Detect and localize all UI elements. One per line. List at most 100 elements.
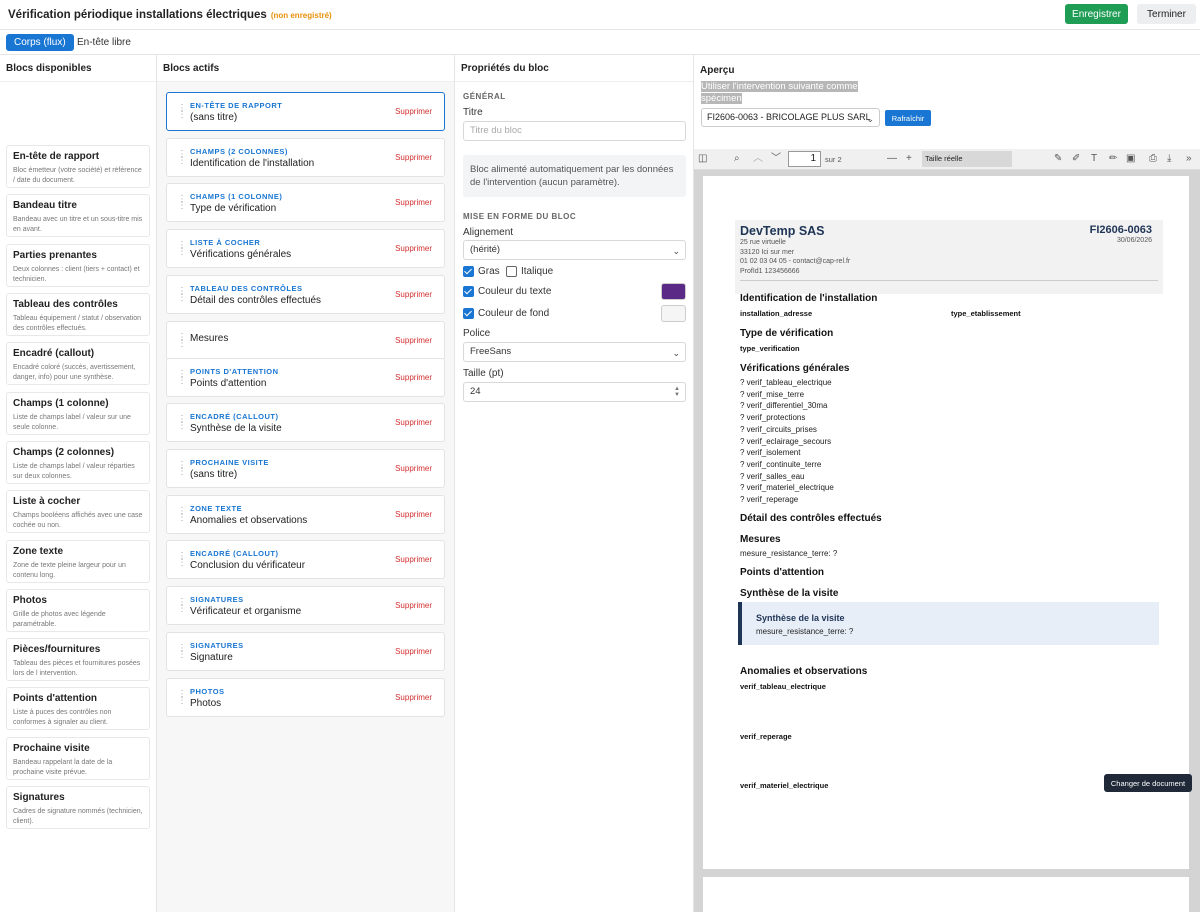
field-label: type_verification	[740, 344, 800, 353]
company-address-1: 25 rue virtuelle	[740, 239, 786, 246]
delete-block-button[interactable]: Supprimer	[395, 107, 432, 116]
drag-handle-icon[interactable]: ⋮ ⋮	[177, 598, 187, 614]
delete-block-button[interactable]: Supprimer	[395, 555, 432, 564]
available-block-10[interactable]: Pièces/fournitures Tableau des pièces et …	[6, 638, 150, 681]
image-icon[interactable]: ▣	[1126, 153, 1135, 165]
active-block-8[interactable]: ⋮ ⋮ PROCHAINE VISITE (sans titre) Supprimer	[166, 449, 445, 488]
zoom-out-icon[interactable]: —	[887, 153, 897, 165]
active-block-12[interactable]: ⋮ ⋮ SIGNATURES Signature Supprimer	[166, 632, 445, 671]
active-block-7[interactable]: ⋮ ⋮ ENCADRÉ (CALLOUT) Synthèse de la visite…	[166, 403, 445, 442]
delete-block-button[interactable]: Supprimer	[395, 510, 432, 519]
delete-block-button[interactable]: Supprimer	[395, 693, 432, 702]
text-tool-icon[interactable]: T	[1091, 153, 1097, 165]
available-block-0[interactable]: En-tête de rapport Bloc émetteur (votre s…	[6, 145, 150, 188]
pdf-viewer[interactable]: DevTemp SAS 25 rue virtuelle 33120 Ici s…	[694, 170, 1200, 917]
available-block-title: Liste à cocher	[13, 496, 81, 507]
available-block-11[interactable]: Points d'attention Liste à puces des cont…	[6, 687, 150, 730]
active-block-kind: LISTE À COCHER	[190, 238, 261, 247]
bg-color-swatch[interactable]	[661, 305, 686, 322]
active-block-3[interactable]: ⋮ ⋮ LISTE À COCHER Vérifications générales S…	[166, 229, 445, 268]
available-block-5[interactable]: Champs (1 colonne) Liste de champs label …	[6, 392, 150, 435]
delete-block-button[interactable]: Supprimer	[395, 290, 432, 299]
title-input[interactable]: Titre du bloc	[463, 121, 686, 141]
bg-color-checkbox[interactable]	[463, 308, 474, 319]
delete-block-button[interactable]: Supprimer	[395, 601, 432, 610]
available-block-9[interactable]: Photos Grille de photos avec légende para…	[6, 589, 150, 632]
delete-block-button[interactable]: Supprimer	[395, 244, 432, 253]
spinner-icon[interactable]: ▲ ▼	[674, 386, 680, 398]
highlight-icon[interactable]: ✏	[1109, 153, 1117, 165]
search-icon[interactable]: ⌕	[734, 153, 740, 165]
page-number-input[interactable]: 1	[788, 151, 821, 167]
sidebar-toggle-icon[interactable]: ◫	[698, 153, 707, 165]
block-properties-panel: Propriétés du bloc GÉNÉRAL Titre Titre d…	[455, 55, 694, 912]
text-color-checkbox[interactable]	[463, 286, 474, 297]
drag-handle-icon[interactable]: ⋮ ⋮	[177, 370, 187, 386]
available-block-1[interactable]: Bandeau titre Bandeau avec un titre et un…	[6, 194, 150, 237]
drag-handle-icon[interactable]: ⋮ ⋮	[177, 690, 187, 706]
tab-flow[interactable]: Corps (flux)	[6, 34, 74, 51]
available-block-desc: Tableau équipement / statut / observatio…	[13, 315, 142, 332]
delete-block-button[interactable]: Supprimer	[395, 464, 432, 473]
draw-icon[interactable]: ✐	[1072, 153, 1080, 165]
delete-block-button[interactable]: Supprimer	[395, 647, 432, 656]
active-block-13[interactable]: ⋮ ⋮ PHOTOS Photos Supprimer	[166, 678, 445, 717]
delete-block-button[interactable]: Supprimer	[395, 153, 432, 162]
font-select[interactable]: FreeSans ⌄	[463, 342, 686, 362]
delete-block-button[interactable]: Supprimer	[395, 373, 432, 382]
drag-handle-icon[interactable]: ⋮ ⋮	[177, 104, 187, 120]
available-block-12[interactable]: Prochaine visite Bandeau rappelant la dat…	[6, 737, 150, 780]
drag-handle-icon[interactable]: ⋮ ⋮	[177, 507, 187, 523]
chevron-down-icon[interactable]: ﹀	[771, 153, 781, 165]
print-icon[interactable]: ⎙	[1149, 153, 1157, 165]
active-block-5[interactable]: ⋮ ⋮ Mesures Supprimer	[166, 321, 445, 360]
active-block-11[interactable]: ⋮ ⋮ SIGNATURES Vérificateur et organisme Sup…	[166, 586, 445, 625]
drag-handle-icon[interactable]: ⋮ ⋮	[177, 415, 187, 431]
drag-handle-icon[interactable]: ⋮ ⋮	[177, 644, 187, 660]
drag-handle-icon[interactable]: ⋮ ⋮	[177, 461, 187, 477]
more-tools-icon[interactable]: »	[1186, 153, 1192, 165]
available-block-2[interactable]: Parties prenantes Deux colonnes : client …	[6, 244, 150, 287]
done-button[interactable]: Terminer	[1137, 4, 1196, 24]
intervention-select[interactable]: FI2606-0063 - BRICOLAGE PLUS SARL ⌄	[701, 108, 880, 127]
checklist-item: ? verif_isolement	[740, 448, 801, 458]
chevron-up-icon[interactable]: ︿	[753, 153, 763, 165]
refresh-button[interactable]: Rafraîchir	[885, 110, 931, 126]
available-block-8[interactable]: Zone texte Zone de texte pleine largeur p…	[6, 540, 150, 583]
drag-handle-icon[interactable]: ⋮ ⋮	[177, 195, 187, 211]
italic-checkbox[interactable]	[506, 266, 517, 277]
form-edit-icon[interactable]: ✎	[1054, 153, 1062, 165]
save-icon[interactable]: ⤓	[1167, 153, 1171, 165]
available-block-6[interactable]: Champs (2 colonnes) Liste de champs label…	[6, 441, 150, 484]
active-block-2[interactable]: ⋮ ⋮ CHAMPS (1 COLONNE) Type de vérification…	[166, 183, 445, 222]
active-block-10[interactable]: ⋮ ⋮ ENCADRÉ (CALLOUT) Conclusion du vérific…	[166, 540, 445, 579]
drag-handle-icon[interactable]: ⋮ ⋮	[177, 552, 187, 568]
text-color-swatch[interactable]	[661, 283, 686, 300]
drag-handle-icon[interactable]: ⋮ ⋮	[177, 333, 187, 349]
drag-handle-icon[interactable]: ⋮ ⋮	[177, 150, 187, 166]
available-block-13[interactable]: Signatures Cadres de signature nommés (te…	[6, 786, 150, 829]
bold-checkbox[interactable]	[463, 266, 474, 277]
active-block-4[interactable]: ⋮ ⋮ TABLEAU DES CONTRÔLES Détail des contrô…	[166, 275, 445, 314]
active-block-0[interactable]: ⋮ ⋮ EN-TÊTE DE RAPPORT (sans titre) Supprime…	[166, 92, 445, 131]
available-block-3[interactable]: Tableau des contrôles Tableau équipement …	[6, 293, 150, 336]
available-block-7[interactable]: Liste à cocher Champs booléens affichés a…	[6, 490, 150, 533]
specimen-hint: Utiliser l'intervention suivante comme s…	[701, 81, 858, 104]
active-block-9[interactable]: ⋮ ⋮ ZONE TEXTE Anomalies et observations Sup…	[166, 495, 445, 534]
drag-handle-icon[interactable]: ⋮ ⋮	[177, 287, 187, 303]
zoom-select[interactable]: Taille réelle	[922, 151, 1012, 167]
change-document-button[interactable]: Changer de document	[1104, 774, 1192, 792]
save-button[interactable]: Enregistrer	[1065, 4, 1128, 24]
delete-block-button[interactable]: Supprimer	[395, 336, 432, 345]
tab-free-header[interactable]: En-tête libre	[69, 34, 139, 51]
size-input[interactable]: 24 ▲ ▼	[463, 382, 686, 402]
delete-block-button[interactable]: Supprimer	[395, 198, 432, 207]
drag-handle-icon[interactable]: ⋮ ⋮	[177, 241, 187, 257]
zoom-in-icon[interactable]: +	[906, 153, 912, 165]
active-block-1[interactable]: ⋮ ⋮ CHAMPS (2 COLONNES) Identification de l…	[166, 138, 445, 177]
alignment-select[interactable]: (hérité) ⌄	[463, 240, 686, 260]
available-block-4[interactable]: Encadré (callout) Encadré coloré (succès,…	[6, 342, 150, 385]
active-block-6[interactable]: ⋮ ⋮ POINTS D'ATTENTION Points d'attention Su…	[166, 358, 445, 397]
chevron-down-icon: ⌄	[866, 114, 874, 124]
delete-block-button[interactable]: Supprimer	[395, 418, 432, 427]
